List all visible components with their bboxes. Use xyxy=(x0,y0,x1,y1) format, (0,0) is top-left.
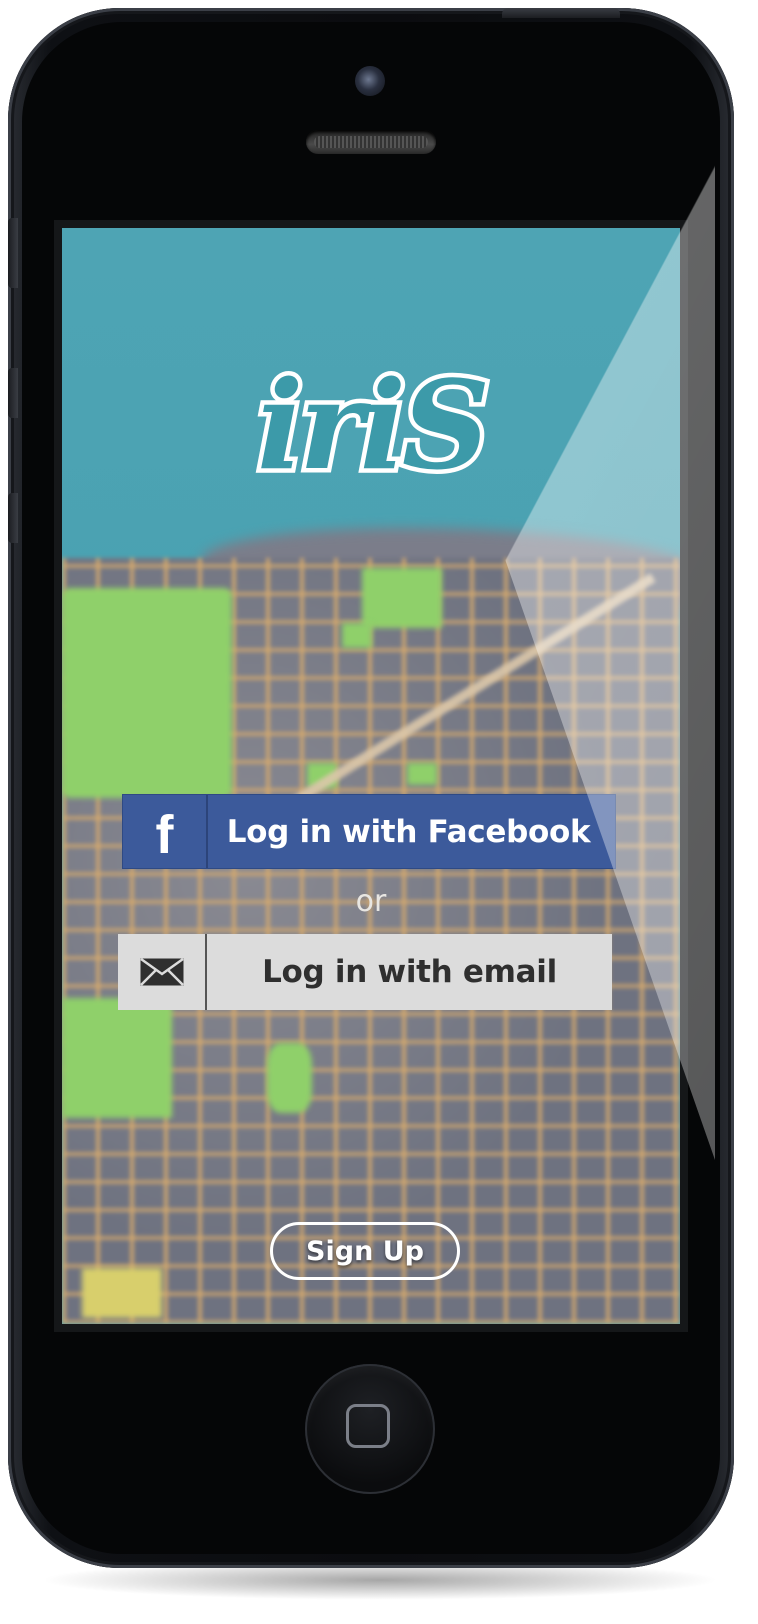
facebook-icon: f xyxy=(155,804,174,865)
sign-up-label: Sign Up xyxy=(306,1235,424,1267)
power-button xyxy=(502,8,620,18)
home-button[interactable] xyxy=(305,1364,435,1494)
facebook-login-button[interactable]: f Log in with Facebook xyxy=(122,794,616,869)
device-mockup: iriS f Log in with Facebook or Log in wi… xyxy=(0,0,758,1624)
iris-logo: iriS xyxy=(244,349,499,502)
front-camera-icon xyxy=(355,66,385,96)
earpiece-speaker xyxy=(306,130,436,154)
map-park xyxy=(407,763,437,785)
map-park xyxy=(62,998,172,1118)
volume-down-button xyxy=(8,493,18,543)
email-icon-cell xyxy=(118,934,207,1010)
logo-text: iriS xyxy=(252,349,494,502)
or-separator: or xyxy=(355,884,387,919)
map-park xyxy=(267,1043,312,1113)
map-park xyxy=(362,568,442,628)
speaker-grille xyxy=(314,136,428,148)
map-park xyxy=(82,1268,162,1318)
facebook-login-label: Log in with Facebook xyxy=(226,813,591,850)
map-park xyxy=(342,623,372,648)
volume-up-button xyxy=(8,368,18,418)
email-login-button[interactable]: Log in with email xyxy=(118,934,612,1010)
mute-switch xyxy=(8,218,18,288)
home-square-icon xyxy=(346,1404,390,1448)
sign-up-button[interactable]: Sign Up xyxy=(270,1222,460,1280)
map-park xyxy=(62,588,232,798)
facebook-icon-cell: f xyxy=(123,795,208,868)
envelope-icon xyxy=(139,957,184,986)
email-login-label: Log in with email xyxy=(262,954,557,990)
